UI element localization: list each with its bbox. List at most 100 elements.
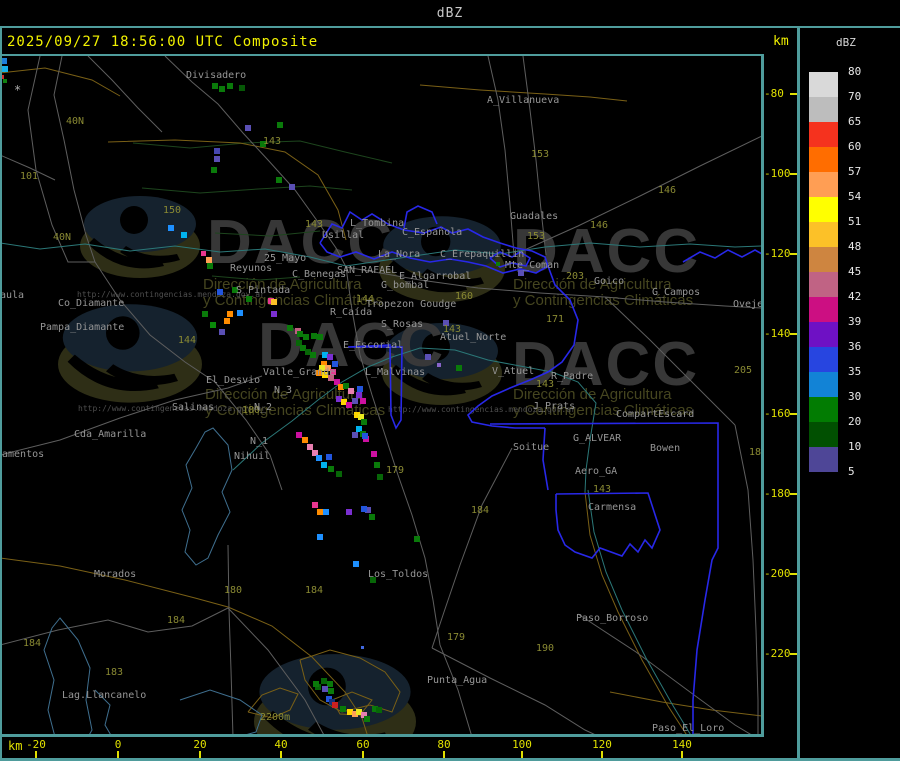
- radar-echo-pixel: [364, 716, 370, 722]
- y-axis-tick-label: -160: [764, 407, 791, 420]
- radar-echo-pixel: [377, 474, 383, 480]
- radar-echo-pixel: [181, 232, 187, 238]
- place-name-label: R_Caída: [330, 306, 372, 318]
- dbz-legend-panel: dBZ 80 70 65 60 57 54 51 48 45 42 39 36 35 30 20 10 5: [800, 28, 900, 758]
- y-axis-tick: [790, 493, 797, 495]
- legend-value-label: 42: [848, 290, 862, 303]
- radar-echo-pixel: [353, 561, 359, 567]
- legend-value-label: 20: [848, 415, 862, 428]
- radar-echo-pixel: [316, 455, 322, 461]
- place-name-label: G_ALVEAR: [573, 433, 622, 444]
- legend-color-block: [809, 347, 838, 372]
- place-name-label: Lag.Llancanelo: [62, 690, 146, 701]
- legend-value-label: 65: [848, 115, 862, 128]
- legend-color-block: [809, 372, 838, 397]
- map-border-bottom: [0, 734, 764, 737]
- radar-echo-pixel: [496, 262, 500, 266]
- radar-echo-pixel: [237, 310, 243, 316]
- y-axis-tick: [790, 653, 797, 655]
- radar-echo-pixel: [326, 454, 332, 460]
- radar-map-canvas[interactable]: DACC DACCDACC DACCDirección de Agricultura…: [2, 56, 761, 734]
- star-marker: *: [14, 83, 21, 97]
- radar-echo-pixel: [277, 122, 283, 128]
- route-number-label: 180: [749, 447, 761, 458]
- radar-echo-pixel: [214, 148, 220, 154]
- title-bar: dBZ: [0, 0, 900, 26]
- x-axis-tick-label: 60: [356, 738, 370, 751]
- radar-echo-pixel: [340, 706, 346, 712]
- legend-color-block: [809, 197, 838, 222]
- route-number-label: 179: [386, 465, 404, 476]
- radar-echo-pixel: [211, 167, 217, 173]
- place-name-label: V_Atuel: [492, 366, 534, 377]
- legend-value-label: 57: [848, 165, 862, 178]
- x-axis-tick-label: 120: [592, 738, 612, 751]
- x-axis: km -20 0 20 40 60 80 100 120 140: [0, 737, 797, 758]
- route-number-label: 184: [23, 638, 41, 649]
- radar-echo-pixel: [361, 506, 367, 512]
- legend-value-label: 48: [848, 240, 862, 253]
- place-name-label: N_1: [250, 436, 268, 447]
- place-name-label: Goico: [594, 276, 624, 287]
- radar-echo-pixel: [317, 509, 323, 515]
- window-title: dBZ: [436, 6, 464, 21]
- place-name-label: amentos: [2, 449, 44, 460]
- radar-echo-pixel: [328, 688, 334, 694]
- radar-echo-pixel: [271, 299, 277, 305]
- route-number-label: 144: [178, 335, 196, 346]
- radar-echo-pixel: [357, 386, 363, 392]
- route-number-label: 179: [447, 632, 465, 643]
- radar-echo-pixel: [227, 83, 233, 89]
- radar-app-window: dBZ 2025/09/27 18:56:00 UTC Composite km…: [0, 0, 900, 761]
- legend-value-label: 10: [848, 440, 862, 453]
- radar-echo-pixel: [346, 509, 352, 515]
- place-name-label: Bowen: [650, 443, 680, 454]
- x-axis-tick: [601, 751, 603, 758]
- legend-color-block: [809, 297, 838, 322]
- y-axis: -80 -100 -120 -140 -160 -180 -200 -220: [764, 56, 797, 734]
- place-name-label: Mte_Coman: [505, 260, 559, 271]
- x-axis-tick: [362, 751, 364, 758]
- x-axis-unit: km: [8, 739, 23, 753]
- place-name-label: L_Tombina: [350, 218, 404, 229]
- radar-echo-pixel: [312, 502, 318, 508]
- place-name-label: Aero_GA: [575, 466, 617, 477]
- route-number-label: 101: [20, 171, 38, 182]
- place-name-label: Cda_Amarilla: [74, 429, 146, 440]
- watermark-subtitle: Dirección de Agricultura: [513, 276, 672, 293]
- radar-echo-pixel: [202, 311, 208, 317]
- route-number-label: 153: [531, 149, 549, 160]
- legend-color-block: [809, 222, 838, 247]
- radar-echo-pixel: [321, 462, 327, 468]
- y-axis-tick: [790, 333, 797, 335]
- y-axis-tick: [790, 413, 797, 415]
- x-axis-tick: [35, 751, 37, 758]
- radar-echo-pixel: [346, 402, 352, 408]
- radar-echo-pixel: [369, 514, 375, 520]
- radar-echo-pixel: [323, 509, 329, 515]
- km-unit-label: km: [773, 34, 789, 49]
- x-axis-tick: [681, 751, 683, 758]
- x-axis-tick-label: -20: [26, 738, 46, 751]
- place-name-label: Tropezon Goudge: [366, 299, 456, 310]
- radar-echo-pixel: [328, 466, 334, 472]
- x-axis-tick-label: 140: [672, 738, 692, 751]
- radar-echo-pixel: [210, 322, 216, 328]
- y-axis-tick-label: -140: [764, 327, 791, 340]
- radar-echo-pixel: [3, 79, 7, 83]
- place-name-label: SAN_RAFAEL: [337, 265, 397, 276]
- map-border-top: [2, 54, 762, 56]
- place-name-label: Valle_Grande: [263, 367, 335, 378]
- route-number-label: 40N: [66, 116, 84, 127]
- y-axis-tick: [790, 173, 797, 175]
- radar-echo-pixel: [246, 296, 252, 302]
- place-name-label: N_2: [254, 402, 272, 413]
- radar-echo-pixel: [212, 83, 218, 89]
- legend-value-label: 51: [848, 215, 862, 228]
- radar-echo-pixel: [224, 318, 230, 324]
- radar-echo-pixel: [303, 334, 309, 340]
- x-axis-tick-label: 80: [437, 738, 451, 751]
- place-name-label: El_Desvio: [206, 375, 260, 386]
- route-number-label: 205: [734, 365, 752, 376]
- radar-echo-pixel: [245, 125, 251, 131]
